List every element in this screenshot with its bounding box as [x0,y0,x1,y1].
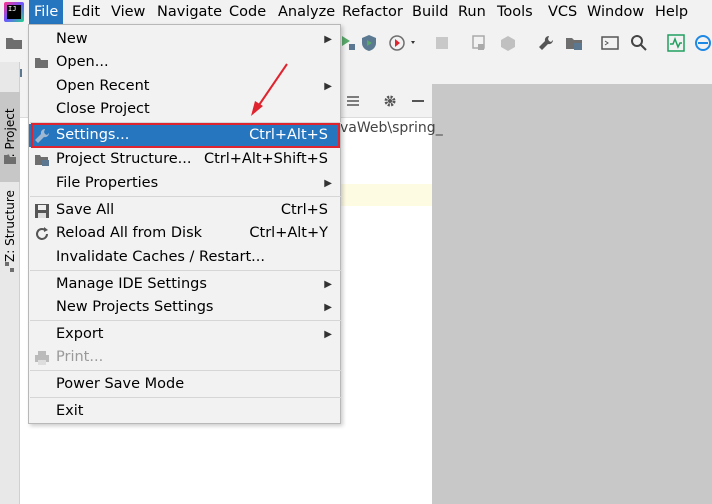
menu-item-power-save-mode[interactable]: Power Save Mode [29,373,340,396]
project-structure-icon[interactable] [565,34,583,52]
save-icon [35,204,49,218]
menu-build[interactable]: Build [407,0,453,24]
menu-item-label: Open Recent [56,78,150,94]
structure-tool-tab[interactable]: Z: Structure [0,186,20,266]
menu-window[interactable]: Window [582,0,649,24]
menu-item-manage-ide-settings[interactable]: Manage IDE Settings ▶ [29,273,340,296]
collapse-all-icon[interactable] [345,93,361,109]
menu-item-invalidate-caches[interactable]: Invalidate Caches / Restart... [29,246,340,269]
menu-item-project-structure[interactable]: Project Structure... Ctrl+Alt+Shift+S [29,148,340,171]
left-tool-strip: 1: Project Z: Structure [0,62,20,504]
menu-item-export[interactable]: Export ▶ [29,323,340,346]
menu-tools[interactable]: Tools [492,0,538,24]
attach-debugger-icon[interactable] [470,34,488,52]
reload-icon [36,227,48,240]
menu-item-shortcut: Ctrl+Alt+Y [249,225,328,241]
build-artifact-icon[interactable] [499,34,517,52]
menu-bar: IJ File Edit View Navigate Code Analyze … [0,0,712,24]
menu-file[interactable]: File [29,0,64,24]
menu-item-label: Exit [56,403,84,419]
submenu-arrow-icon: ▶ [324,302,332,313]
menu-separator [30,397,341,398]
menu-item-label: New Projects Settings [56,299,214,315]
menu-item-label: Open... [56,54,109,70]
printer-icon [35,351,49,365]
submenu-arrow-icon: ▶ [324,81,332,92]
menu-item-label: Reload All from Disk [56,225,203,241]
menu-refactor[interactable]: Refactor [337,0,408,24]
menu-item-save-all[interactable]: Save All Ctrl+S [29,199,340,222]
menu-item-label: File Properties [56,175,159,191]
menu-item-file-properties[interactable]: File Properties ▶ [29,172,340,195]
menu-item-new[interactable]: New ▶ [29,28,340,51]
submenu-arrow-icon: ▶ [324,34,332,45]
menu-analyze[interactable]: Analyze [273,0,340,24]
menu-run[interactable]: Run [453,0,491,24]
menu-item-label: Save All [56,202,115,218]
menu-item-label: Close Project [56,101,150,117]
menu-item-label: New [56,31,88,47]
project-tool-tab[interactable]: 1: Project [0,92,20,182]
menu-item-label: Manage IDE Settings [56,276,207,292]
intellij-logo-icon: IJ [4,2,24,22]
menu-item-label: Power Save Mode [56,376,185,392]
wrench-icon[interactable] [537,34,555,52]
menu-item-shortcut: Ctrl+S [280,202,328,218]
menu-item-label: Project Structure... [56,151,192,167]
menu-view[interactable]: View [106,0,150,24]
annotation-arrow-icon [251,63,288,116]
run-with-coverage-icon[interactable] [389,34,419,52]
menu-item-shortcut: Ctrl+Alt+Shift+S [203,151,328,167]
editor-area [432,84,712,504]
menu-item-label: Print... [56,349,104,365]
minimize-icon[interactable] [410,92,426,110]
menu-separator [30,320,341,321]
open-folder-icon [35,58,48,68]
annotation-highlight-box [31,123,340,148]
terminal-window-icon[interactable] [601,34,619,52]
structure-icon [5,262,14,272]
menu-code[interactable]: Code [224,0,271,24]
search-icon[interactable] [630,34,648,52]
submenu-arrow-icon: ▶ [324,329,332,340]
menu-separator [30,370,341,371]
gear-icon[interactable] [381,92,399,110]
menu-edit[interactable]: Edit [67,0,105,24]
selected-tree-row[interactable] [340,184,432,206]
debug-shield-icon[interactable] [360,34,378,52]
open-folder-icon[interactable] [5,34,23,52]
submenu-arrow-icon: ▶ [324,279,332,290]
menu-navigate[interactable]: Navigate [152,0,227,24]
project-path-text: vaWeb\spring_ [340,120,443,136]
browser-e-icon[interactable] [694,34,712,52]
menu-item-label: Invalidate Caches / Restart... [56,249,265,265]
run-config-icon[interactable] [340,34,356,52]
menu-separator [30,196,341,197]
submenu-arrow-icon: ▶ [324,178,332,189]
project-structure-icon [35,155,49,166]
structure-tab-label: Z: Structure [3,190,17,262]
menu-item-label: Export [56,326,104,342]
menu-help[interactable]: Help [650,0,693,24]
menu-item-new-projects-settings[interactable]: New Projects Settings ▶ [29,296,340,319]
stop-icon[interactable] [433,34,451,52]
menu-item-print: Print... [29,346,340,369]
project-folder-icon [4,155,16,164]
menu-item-reload-all[interactable]: Reload All from Disk Ctrl+Alt+Y [29,222,340,245]
menu-separator [30,270,341,271]
activity-monitor-icon[interactable] [667,34,685,52]
menu-item-exit[interactable]: Exit [29,400,340,423]
menu-vcs[interactable]: VCS [543,0,582,24]
